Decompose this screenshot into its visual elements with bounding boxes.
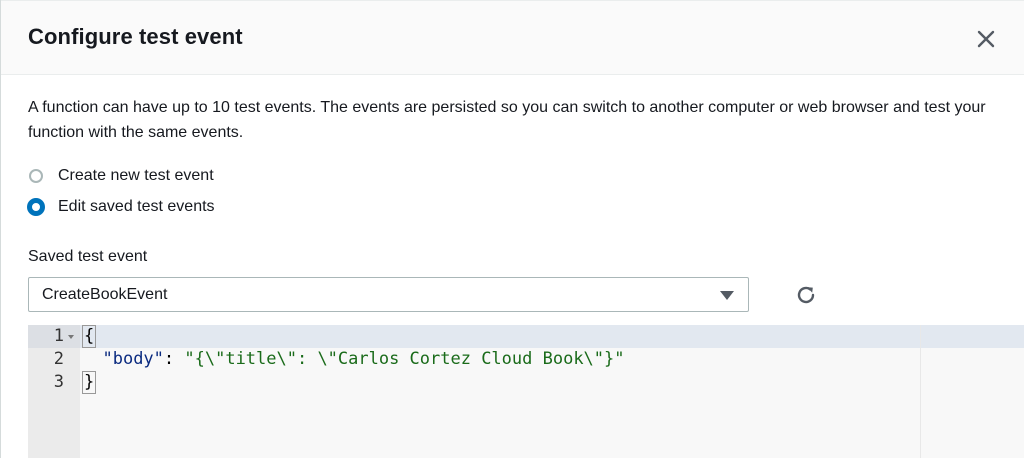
radio-create-label: Create new test event [58, 167, 214, 184]
saved-test-event-select[interactable]: CreateBookEvent [28, 277, 749, 312]
description-text: A function can have up to 10 test events… [28, 99, 986, 141]
modal-title: Configure test event [28, 24, 243, 49]
modal-header: Configure test event [1, 0, 1024, 75]
code-line-3: } [82, 371, 97, 394]
open-brace: { [82, 325, 97, 348]
caret-down-icon [720, 291, 734, 300]
line-number: 2 [53, 349, 64, 369]
radio-create-new-test-event[interactable]: Create new test event [27, 165, 214, 187]
configure-test-event-modal: Configure test event A function can have… [0, 0, 1024, 458]
radio-create-wrap [27, 167, 45, 185]
code-line-2: "body": "{\"title\": \"Carlos Cortez Clo… [82, 348, 625, 371]
radio-edit-wrap [27, 198, 45, 216]
json-value: "{\"title\": \"Carlos Cortez Cloud Book\… [184, 349, 625, 369]
line-number: 1 [53, 326, 64, 346]
refresh-icon [797, 286, 815, 304]
json-colon: : [163, 349, 185, 369]
saved-test-event-label: Saved test event [28, 248, 148, 265]
line-number: 3 [53, 372, 64, 392]
radio-edit-saved-test-events[interactable]: Edit saved test events [27, 196, 215, 218]
radio-edit-label: Edit saved test events [58, 198, 215, 215]
fold-arrow-icon[interactable] [68, 335, 74, 339]
select-value: CreateBookEvent [42, 286, 168, 303]
close-button[interactable] [976, 29, 996, 49]
close-brace: } [82, 371, 97, 394]
close-icon [977, 30, 995, 48]
radio-edit-circle[interactable] [27, 198, 45, 216]
radio-create-circle[interactable] [29, 169, 43, 183]
active-line-highlight [28, 325, 1024, 348]
print-margin [920, 325, 921, 458]
refresh-button[interactable] [795, 284, 817, 306]
json-code-editor[interactable]: 1 2 3 { "body": "{\"title\": \"Carlos Co… [28, 325, 1024, 458]
json-key: "body" [102, 349, 164, 369]
code-line-1: { [82, 325, 97, 348]
